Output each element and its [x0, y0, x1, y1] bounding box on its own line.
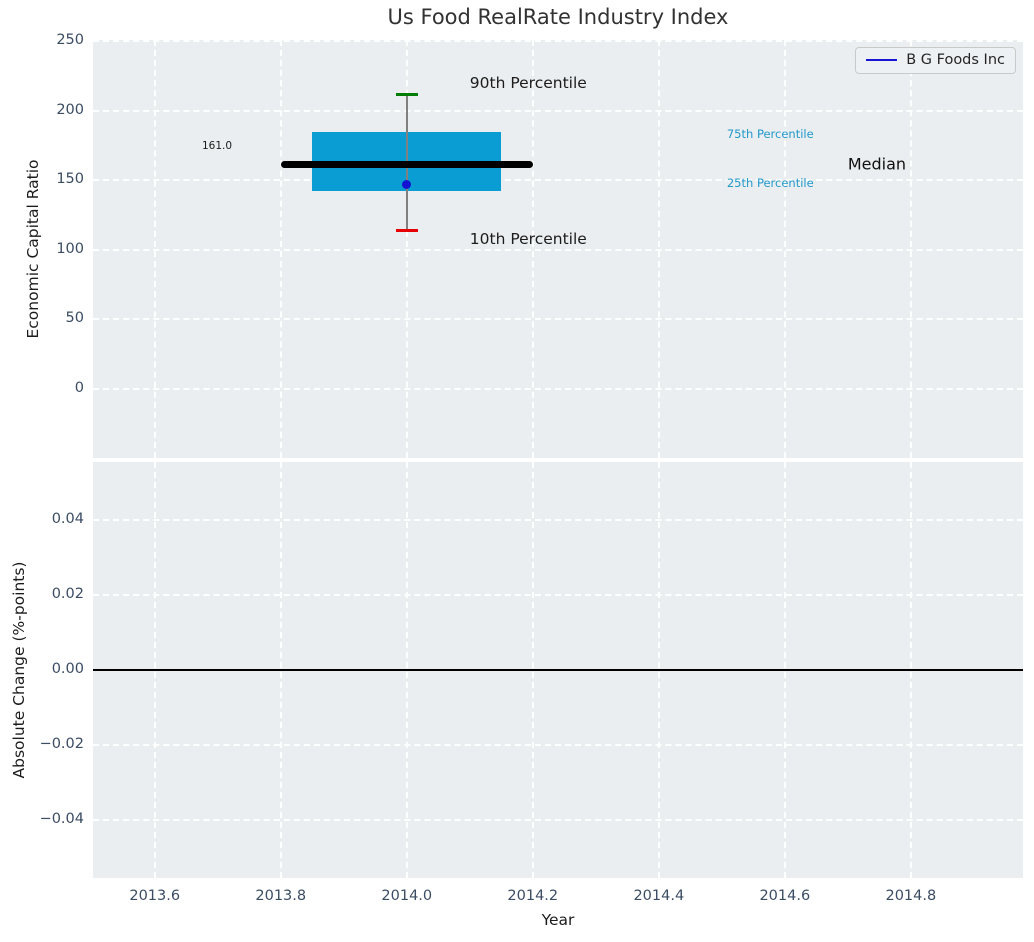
annotation-median: Median [847, 154, 907, 174]
x-tick-label: 2013.8 [255, 888, 307, 904]
y-tick-label: 0.04 [51, 510, 84, 527]
x-tick-label: 2014.6 [759, 888, 811, 904]
y-gridline [93, 109, 1023, 112]
x-tick-label: 2014.4 [633, 888, 685, 904]
bottom-plot-area [93, 462, 1023, 878]
x-tick-label: 2013.6 [129, 888, 181, 904]
y-gridline [93, 318, 1023, 321]
x-tick-label: 2014.8 [885, 888, 937, 904]
y-gridline [93, 593, 1023, 596]
y-tick-label: 0 [74, 379, 84, 396]
zero-line [93, 669, 1023, 671]
y-tick-label: −0.04 [39, 811, 84, 828]
y-tick-label: −0.02 [39, 736, 84, 753]
y-gridline [93, 179, 1023, 182]
y-gridline [93, 819, 1023, 822]
p10-cap [395, 228, 418, 233]
y-tick-label: 0.00 [51, 661, 84, 677]
y-tick-label: 150 [56, 171, 84, 188]
y-gridline [93, 744, 1023, 747]
annotation-25th-percentile: 25th Percentile [726, 176, 814, 191]
figure-canvas: Us Food RealRate Industry Index B G Food… [0, 0, 1034, 942]
chart-title: Us Food RealRate Industry Index [387, 5, 729, 29]
legend-label: B G Foods Inc [906, 52, 1005, 68]
y-tick-label: 0.02 [51, 585, 84, 602]
legend: B G Foods Inc [855, 47, 1016, 74]
x-tick-label: 2014.0 [381, 888, 433, 904]
y-tick-label: 250 [56, 32, 84, 49]
y-tick-label: 50 [65, 310, 84, 327]
y-gridline [93, 518, 1023, 521]
median-line [280, 161, 533, 169]
top-plot-area: B G Foods Inc 90th Percentile 10th Percen… [93, 40, 1023, 458]
y-tick-label: 200 [56, 101, 84, 118]
y-tick-label: 100 [56, 240, 84, 257]
x-axis-label: Year [541, 911, 575, 929]
y-gridline [93, 387, 1023, 390]
legend-line-swatch [866, 58, 898, 62]
annotation-median-value: 161.0 [202, 139, 233, 152]
annotation-75th-percentile: 75th Percentile [726, 127, 814, 142]
p90-cap [395, 92, 418, 97]
y-gridline [93, 248, 1023, 251]
y-gridline [93, 40, 1023, 43]
x-tick-label: 2014.2 [507, 888, 559, 904]
annotation-90th-percentile: 90th Percentile [469, 74, 587, 93]
annotation-10th-percentile: 10th Percentile [469, 229, 587, 248]
